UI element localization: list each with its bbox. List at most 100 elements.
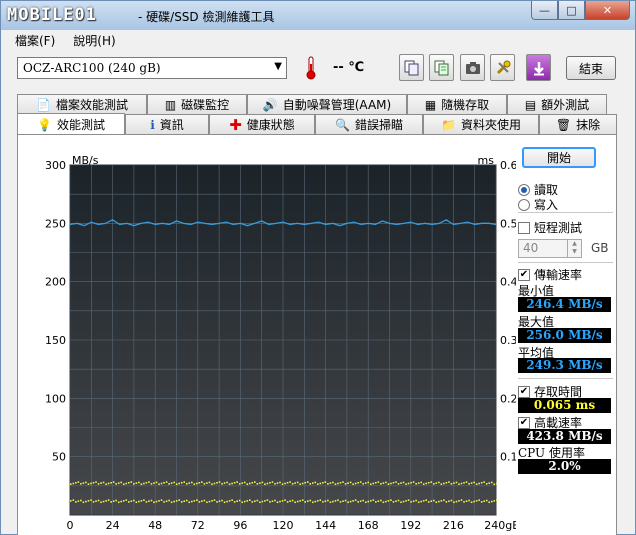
access-time-point	[337, 482, 339, 485]
access-time-point	[493, 500, 496, 502]
y-right-tick-label: 0.20	[500, 392, 516, 405]
access-time-point	[266, 482, 269, 485]
access-time-point	[380, 483, 382, 485]
tab-health[interactable]: ✚ 健康狀態	[209, 114, 315, 134]
tab-erase[interactable]: 🗑 抹除	[539, 114, 617, 134]
access-time-point	[145, 501, 148, 503]
copy-text-icon[interactable]	[429, 54, 454, 81]
tools-icon[interactable]	[490, 54, 515, 81]
access-time-point	[178, 499, 180, 501]
access-time-point	[327, 499, 329, 502]
access-time-point	[367, 481, 370, 484]
tab-extra-tests[interactable]: ▤ 額外測試	[507, 94, 607, 114]
minimize-button[interactable]: —	[531, 1, 558, 20]
tab-disk-monitor[interactable]: ▥ 磁碟監控	[147, 94, 247, 114]
spinner-arrows-icon[interactable]: ▲ ▼	[567, 240, 581, 257]
access-time-point	[107, 482, 110, 485]
access-time-point	[80, 483, 82, 485]
access-time-point	[115, 483, 117, 485]
access-time-point	[448, 500, 450, 503]
tab-random-access[interactable]: ▦ 隨機存取	[407, 94, 507, 114]
access-time-point	[165, 481, 168, 483]
max-value: 256.0 MB/s	[518, 328, 611, 343]
scatter-icon: ▦	[424, 97, 437, 112]
access-time-point	[438, 500, 440, 503]
camera-icon[interactable]	[460, 54, 485, 81]
access-time-point	[122, 500, 125, 502]
dropdown-arrow-icon[interactable]: ▼	[274, 61, 282, 72]
access-time-point	[440, 500, 443, 502]
access-time-point	[70, 483, 72, 485]
access-time-point	[485, 499, 488, 502]
access-time-point	[223, 482, 226, 484]
access-time-point	[148, 500, 150, 503]
access-time-point	[216, 501, 218, 503]
tab-error-scan[interactable]: 🔍 錯誤掃瞄	[315, 114, 423, 134]
info-icon: ℹ	[150, 117, 155, 132]
access-time-point	[291, 483, 294, 485]
access-time-point	[259, 501, 261, 504]
tab-file-benchmark[interactable]: 📄 檔案效能測試	[17, 94, 147, 114]
access-time-point	[75, 501, 77, 503]
access-time-point	[216, 481, 218, 484]
access-time-point	[425, 499, 428, 501]
access-time-point	[77, 500, 80, 503]
write-radio[interactable]: 寫入	[518, 196, 558, 213]
start-button[interactable]: 開始	[522, 147, 596, 168]
access-time-point	[241, 501, 244, 504]
close-button[interactable]: ✕	[585, 1, 630, 20]
save-icon[interactable]	[526, 54, 551, 81]
access-time-point	[236, 481, 238, 483]
access-time-point	[72, 499, 75, 501]
short-test-unit: GB	[591, 241, 609, 255]
drive-select[interactable]: OCZ-ARC100 (240 gB) ▼	[17, 57, 287, 79]
tab-info[interactable]: ℹ 資訊	[125, 114, 209, 134]
access-time-point	[375, 481, 377, 484]
copy-icon[interactable]	[399, 54, 424, 81]
access-time-point	[372, 499, 375, 501]
access-time-point	[382, 482, 385, 484]
access-time-point	[377, 481, 380, 483]
access-time-point	[352, 500, 354, 502]
access-time-point	[359, 500, 362, 503]
tab-label: 抹除	[576, 118, 601, 132]
access-time-point	[478, 499, 480, 501]
access-time-point	[150, 499, 153, 502]
access-time-point	[183, 481, 186, 483]
access-time-point	[153, 482, 155, 484]
maximize-button[interactable]: □	[558, 1, 585, 20]
access-time-point	[198, 481, 201, 484]
access-time-point	[201, 481, 203, 483]
access-time-point	[261, 481, 264, 484]
access-time-point	[178, 482, 180, 485]
access-time-point	[382, 501, 385, 504]
access-time-point	[163, 501, 165, 503]
access-time-point	[317, 500, 319, 502]
access-time-point	[369, 500, 372, 502]
access-time-point	[226, 500, 228, 503]
benchmark-panel: 300 250 200 150 100 50 0.60 0.50 0.40 0.30 0.20 0.1…	[17, 134, 617, 535]
menu-help[interactable]: 說明(H)	[73, 32, 115, 49]
short-test-size-input[interactable]: 40 ▲ ▼	[518, 239, 582, 258]
access-time-point	[427, 501, 430, 503]
access-time-point	[183, 500, 186, 503]
access-time-point	[201, 500, 203, 503]
access-time-point	[337, 499, 339, 501]
short-test-checkbox[interactable]: 短程測試	[518, 219, 582, 236]
menu-file[interactable]: 檔案(F)	[15, 32, 55, 49]
tab-benchmark[interactable]: 💡 效能測試	[17, 113, 125, 135]
tab-label: 資料夾使用	[460, 118, 521, 132]
access-time-point	[150, 483, 153, 485]
tab-folder-usage[interactable]: 📁 資料夾使用	[423, 114, 539, 134]
transfer-rate-checkbox[interactable]: ✔ 傳輸速率	[518, 266, 582, 283]
access-time-point	[127, 481, 130, 484]
toolbar: OCZ-ARC100 (240 gB) ▼ -- ℃ 結束	[1, 52, 635, 86]
tab-aam[interactable]: 🔊 自動噪聲管理(AAM)	[247, 94, 407, 114]
thermometer-icon	[298, 54, 323, 81]
access-time-point	[228, 500, 231, 502]
tab-label: 磁碟監控	[181, 98, 230, 112]
access-time-point	[299, 483, 301, 485]
exit-button[interactable]: 結束	[566, 56, 616, 80]
page-icon: 📄	[36, 97, 51, 112]
access-time-point	[319, 499, 322, 501]
